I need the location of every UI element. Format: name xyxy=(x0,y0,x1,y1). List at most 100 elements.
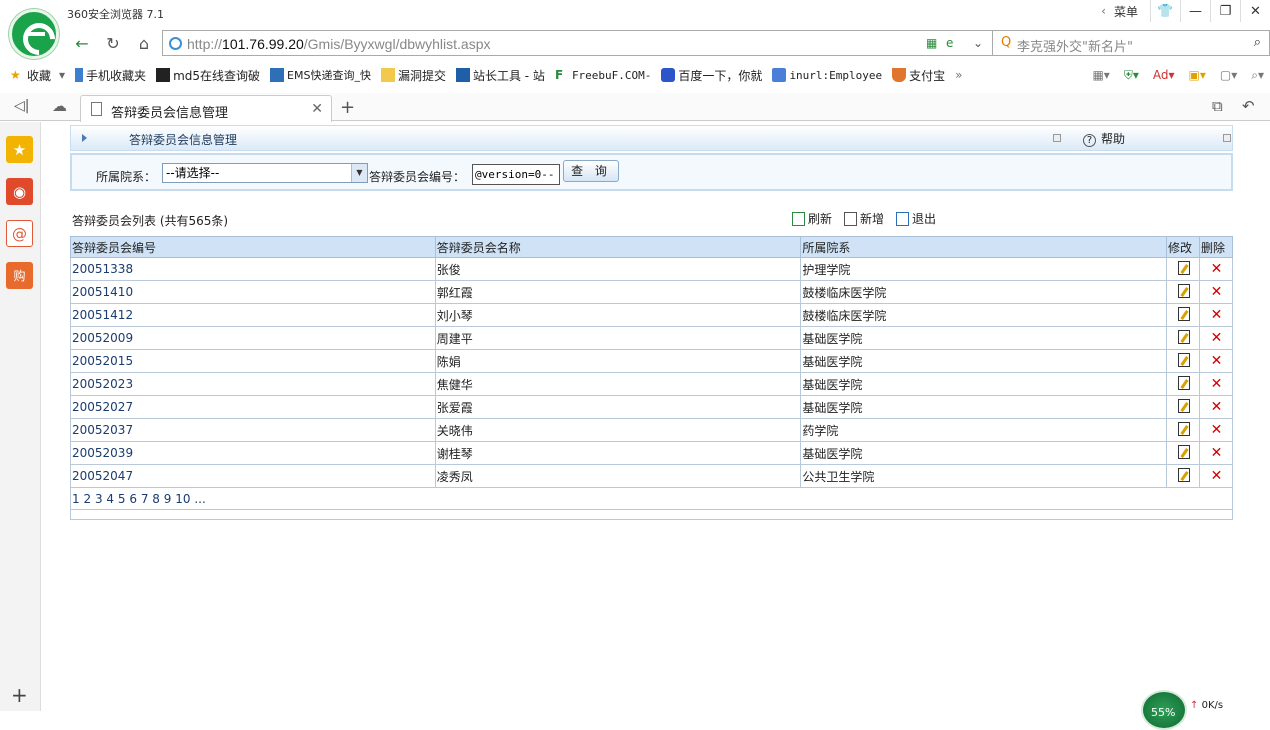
column-header-code[interactable]: 答辩委员会编号 xyxy=(70,236,436,258)
url-dropdown-icon[interactable]: ⌄ xyxy=(973,36,983,50)
more-bookmarks-icon[interactable]: » xyxy=(955,68,962,82)
pager-link[interactable]: 3 xyxy=(95,492,103,506)
search-ext-icon[interactable]: ⌕▾ xyxy=(1251,68,1264,83)
compat-mode-icon[interactable]: e xyxy=(946,36,953,50)
bookmark-item[interactable]: md5在线查询破 xyxy=(156,67,260,84)
delete-x-icon[interactable]: ✕ xyxy=(1211,468,1223,484)
weibo-icon[interactable]: ◉ xyxy=(6,178,33,205)
add-button[interactable]: 新增 xyxy=(844,210,884,227)
column-header-dept[interactable]: 所属院系 xyxy=(800,236,1168,258)
back-chevron-icon[interactable]: ‹ xyxy=(1101,4,1106,18)
exit-button[interactable]: 退出 xyxy=(896,210,936,227)
shield-icon[interactable]: ⛨▾ xyxy=(1124,68,1139,83)
edit-pencil-icon[interactable] xyxy=(1177,375,1190,390)
collapse-sidebar-icon[interactable]: ◁| xyxy=(14,98,29,114)
pager-link[interactable]: 8 xyxy=(152,492,160,506)
maximize-button[interactable]: ❐ xyxy=(1210,0,1240,22)
menu-button[interactable]: 菜单 xyxy=(1114,3,1138,20)
bookmark-item[interactable]: F FreebuF.COM- xyxy=(555,68,651,82)
delete-x-icon[interactable]: ✕ xyxy=(1211,284,1223,300)
email-at-icon[interactable]: @ xyxy=(6,220,33,247)
tab-active[interactable]: 答辩委员会信息管理 ✕ xyxy=(80,95,332,122)
reload-icon[interactable]: ↻ xyxy=(100,31,126,55)
close-tab-icon[interactable]: ✕ xyxy=(311,101,323,117)
pager-link[interactable]: 2 xyxy=(83,492,91,506)
search-input[interactable]: 李克强外交"新名片" xyxy=(1017,36,1133,55)
cloud-icon[interactable]: ☁ xyxy=(52,97,67,115)
column-header-name[interactable]: 答辩委员会名称 xyxy=(434,236,802,258)
bookmark-item[interactable]: 百度一下，你就 xyxy=(661,67,762,84)
undo-close-icon[interactable]: ↶ xyxy=(1242,97,1255,115)
apps-icon[interactable]: ▦▾ xyxy=(1092,68,1109,82)
new-tab-icon[interactable]: + xyxy=(340,97,355,118)
bookmark-item[interactable]: 站长工具 - 站 xyxy=(455,67,545,84)
edit-pencil-icon[interactable] xyxy=(1177,260,1190,275)
pager-link[interactable]: 9 xyxy=(164,492,172,506)
favorites-star-icon[interactable]: ★ xyxy=(6,136,33,163)
screenshot-icon[interactable]: ▢▾ xyxy=(1220,68,1237,82)
bookmark-item[interactable]: 手机收藏夹 xyxy=(75,67,146,84)
cell-name: 凌秀凤 xyxy=(434,464,802,488)
close-button[interactable]: ✕ xyxy=(1240,0,1270,22)
search-icon[interactable]: ⌕ xyxy=(1254,35,1261,50)
pager-link[interactable]: 5 xyxy=(118,492,126,506)
delete-x-icon[interactable]: ✕ xyxy=(1211,445,1223,461)
search-box[interactable]: Q 李克强外交"新名片" ⌕ xyxy=(992,30,1270,56)
cell-dept: 基础医学院 xyxy=(800,326,1168,350)
department-select[interactable]: --请选择-- ▼ xyxy=(162,163,368,183)
pager-link[interactable]: 7 xyxy=(141,492,149,506)
pager-link[interactable]: ... xyxy=(194,492,205,506)
back-arrow-icon[interactable]: ← xyxy=(69,31,95,55)
delete-x-icon[interactable]: ✕ xyxy=(1211,307,1223,323)
left-sidebar: ★ ◉ @ 购 + xyxy=(0,122,41,711)
edit-pencil-icon[interactable] xyxy=(1177,352,1190,367)
speed-ball[interactable]: 55% xyxy=(1141,690,1187,730)
delete-cell: ✕ xyxy=(1198,349,1234,373)
minimize-button[interactable]: — xyxy=(1180,0,1210,22)
pdf-icon[interactable]: Ad▾ xyxy=(1153,68,1175,82)
delete-x-icon[interactable]: ✕ xyxy=(1211,353,1223,369)
bookmark-favorites[interactable]: ★ 收藏 ▾ xyxy=(10,67,65,84)
bookmark-item[interactable]: 漏洞提交 xyxy=(380,67,446,84)
qr-code-icon[interactable]: ▦ xyxy=(926,36,937,50)
committee-no-input[interactable]: @version=0-- xyxy=(472,164,560,185)
delete-x-icon[interactable]: ✕ xyxy=(1211,422,1223,438)
edit-pencil-icon[interactable] xyxy=(1177,398,1190,413)
cell-code: 20051412 xyxy=(70,303,436,327)
shirt-skin-icon[interactable]: 👕 xyxy=(1150,0,1180,22)
add-sidebar-icon[interactable]: + xyxy=(11,683,28,707)
delete-x-icon[interactable]: ✕ xyxy=(1211,330,1223,346)
edit-pencil-icon[interactable] xyxy=(1177,421,1190,436)
bookmark-item[interactable]: EMS快递查询_快 xyxy=(270,67,371,83)
edit-pencil-icon[interactable] xyxy=(1177,444,1190,459)
expand-icon[interactable] xyxy=(1223,134,1231,142)
pager-link[interactable]: 4 xyxy=(106,492,114,506)
bookmark-item[interactable]: 支付宝 xyxy=(892,67,945,84)
address-bar[interactable]: http://101.76.99.20/Gmis/Byyxwgl/dbwyhli… xyxy=(162,30,1060,56)
edit-pencil-icon[interactable] xyxy=(1177,329,1190,344)
search-engine-icon[interactable]: Q xyxy=(1001,35,1011,50)
pager-link[interactable]: 6 xyxy=(129,492,137,506)
delete-x-icon[interactable]: ✕ xyxy=(1211,261,1223,277)
cell-code: 20052039 xyxy=(70,441,436,465)
cell-dept: 基础医学院 xyxy=(800,349,1168,373)
cell-name: 刘小琴 xyxy=(434,303,802,327)
edit-pencil-icon[interactable] xyxy=(1177,467,1190,482)
home-icon[interactable]: ⌂ xyxy=(131,31,157,55)
game-icon[interactable]: ▣▾ xyxy=(1189,68,1206,82)
refresh-button[interactable]: 刷新 xyxy=(792,210,832,227)
help-link[interactable]: ? 帮助 xyxy=(1083,130,1125,147)
shopping-icon[interactable]: 购 xyxy=(6,262,33,289)
collapse-icon[interactable] xyxy=(1053,134,1061,142)
browser-logo-icon[interactable] xyxy=(9,9,59,59)
pager-link[interactable]: 10 xyxy=(175,492,190,506)
pager-link[interactable]: 1 xyxy=(72,492,80,506)
query-button[interactable]: 查 询 xyxy=(563,160,619,182)
edit-pencil-icon[interactable] xyxy=(1177,306,1190,321)
restore-tabs-icon[interactable]: ⧉ xyxy=(1212,97,1223,115)
cell-code: 20052015 xyxy=(70,349,436,373)
bookmark-item[interactable]: inurl:Employee xyxy=(772,68,882,82)
edit-pencil-icon[interactable] xyxy=(1177,283,1190,298)
delete-x-icon[interactable]: ✕ xyxy=(1211,376,1223,392)
delete-x-icon[interactable]: ✕ xyxy=(1211,399,1223,415)
